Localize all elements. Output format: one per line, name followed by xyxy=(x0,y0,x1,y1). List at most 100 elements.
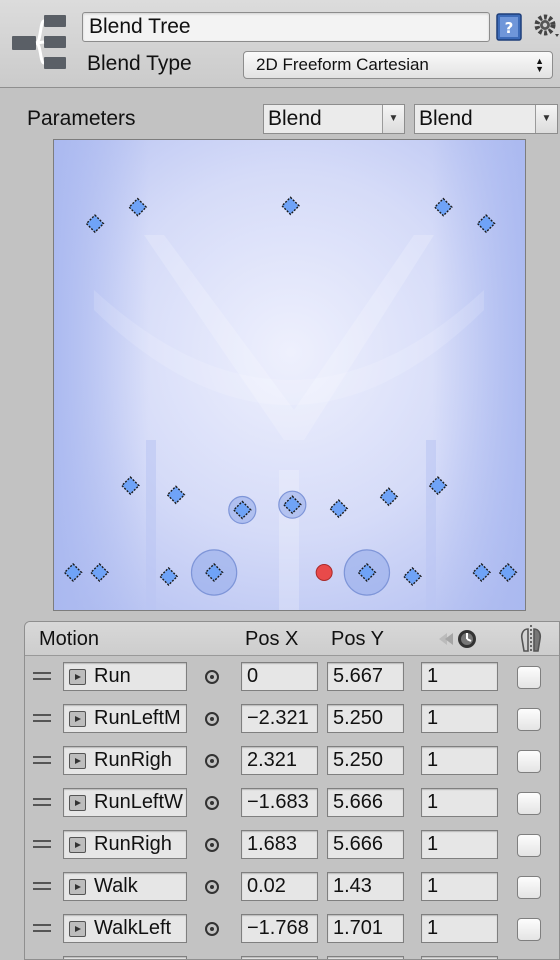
help-book-icon[interactable]: ? xyxy=(496,13,522,41)
animation-clip-icon xyxy=(69,837,86,853)
chevron-down-icon: ▼ xyxy=(535,105,557,133)
blend-space-canvas[interactable] xyxy=(54,140,526,611)
mirror-checkbox[interactable] xyxy=(517,750,541,773)
mirror-checkbox[interactable] xyxy=(517,918,541,941)
blend-tree-icon xyxy=(12,15,66,69)
motion-row: Walk 0.02 1.43 1 xyxy=(25,866,559,908)
animation-clip-icon xyxy=(69,921,86,937)
motion-row: RunLeftM −2.321 5.250 1 xyxy=(25,698,559,740)
motion-clip-name: Run xyxy=(94,665,131,687)
motion-clip-field[interactable]: RunLeftW xyxy=(63,788,187,817)
motion-clip-field[interactable]: Walk xyxy=(63,872,187,901)
motion-clip-name: WalkLeft xyxy=(94,917,172,939)
gear-icon[interactable] xyxy=(530,8,560,42)
motion-row xyxy=(25,950,559,959)
reorder-handle-icon[interactable] xyxy=(33,840,51,850)
mirror-checkbox[interactable] xyxy=(517,708,541,731)
speed-field[interactable]: 1 xyxy=(421,872,498,901)
parameter-x-dropdown[interactable]: Blend ▼ xyxy=(263,104,405,134)
chevron-down-icon: ▼ xyxy=(382,105,404,133)
speed-field[interactable]: 1 xyxy=(421,788,498,817)
motion-row: RunRigh 1.683 5.666 1 xyxy=(25,824,559,866)
motion-clip-name: RunRigh xyxy=(94,833,172,855)
object-picker-icon[interactable] xyxy=(205,712,219,726)
pos-y-field[interactable] xyxy=(327,956,404,959)
object-picker-icon[interactable] xyxy=(205,922,219,936)
speed-field[interactable] xyxy=(421,956,498,959)
animation-clip-icon xyxy=(69,753,86,769)
speed-field[interactable]: 1 xyxy=(421,662,498,691)
motion-clip-field[interactable]: RunLeftM xyxy=(63,704,187,733)
speed-field[interactable]: 1 xyxy=(421,914,498,943)
parameter-y-value: Blend xyxy=(419,107,473,130)
motion-clip-field[interactable]: WalkLeft xyxy=(63,914,187,943)
pos-y-field[interactable]: 5.666 xyxy=(327,788,404,817)
speed-field[interactable]: 1 xyxy=(421,746,498,775)
speed-clock-icon xyxy=(439,630,476,648)
reorder-handle-icon[interactable] xyxy=(33,672,51,682)
object-picker-icon[interactable] xyxy=(205,754,219,768)
reorder-handle-icon[interactable] xyxy=(33,924,51,934)
mirror-icon xyxy=(520,625,542,653)
motion-clip-name: RunRigh xyxy=(94,749,172,771)
reorder-handle-icon[interactable] xyxy=(33,882,51,892)
speed-field[interactable]: 1 xyxy=(421,704,498,733)
pos-y-column-header: Pos Y xyxy=(331,628,384,650)
motion-row: RunRigh 2.321 5.250 1 xyxy=(25,740,559,782)
motion-clip-field[interactable]: Run xyxy=(63,662,187,691)
pos-y-field[interactable]: 5.667 xyxy=(327,662,404,691)
motion-clip-field[interactable] xyxy=(63,956,187,959)
pos-x-field[interactable]: −2.321 xyxy=(241,704,318,733)
mirror-checkbox[interactable] xyxy=(517,834,541,857)
parameter-y-dropdown[interactable]: Blend ▼ xyxy=(414,104,558,134)
blend-tree-name-field[interactable]: Blend Tree xyxy=(82,12,490,42)
pos-x-column-header: Pos X xyxy=(245,628,299,650)
motion-clip-name: RunLeftM xyxy=(94,707,181,729)
pos-y-field[interactable]: 5.250 xyxy=(327,704,404,733)
motion-column-header: Motion xyxy=(39,628,100,650)
pos-y-field[interactable]: 1.701 xyxy=(327,914,404,943)
animation-clip-icon xyxy=(69,711,86,727)
blend-tree-header: Blend Tree ? Blend Type 2D Freeform Cart… xyxy=(0,0,560,88)
object-picker-icon[interactable] xyxy=(205,796,219,810)
mirror-checkbox[interactable] xyxy=(517,876,541,899)
blend-type-dropdown[interactable]: 2D Freeform Cartesian ▲ ▼ xyxy=(243,51,553,79)
dropdown-arrows-icon: ▲ ▼ xyxy=(535,56,544,74)
motion-table: Motion Pos X Pos Y Run 0 5.667 1 RunLeftM −2.… xyxy=(24,621,560,960)
animation-clip-icon xyxy=(69,669,86,685)
parameter-x-value: Blend xyxy=(268,107,322,130)
pos-x-field[interactable]: 2.321 xyxy=(241,746,318,775)
reorder-handle-icon[interactable] xyxy=(33,756,51,766)
speed-field[interactable]: 1 xyxy=(421,830,498,859)
reorder-handle-icon[interactable] xyxy=(33,798,51,808)
motion-clip-field[interactable]: RunRigh xyxy=(63,746,187,775)
pos-x-field[interactable]: −1.768 xyxy=(241,914,318,943)
motion-table-header: Motion Pos X Pos Y xyxy=(25,622,559,656)
blend-type-label: Blend Type xyxy=(87,52,192,75)
object-picker-icon[interactable] xyxy=(205,670,219,684)
pos-x-field[interactable] xyxy=(241,956,318,959)
animation-clip-icon xyxy=(69,795,86,811)
reorder-handle-icon[interactable] xyxy=(33,714,51,724)
object-picker-icon[interactable] xyxy=(205,838,219,852)
pos-x-field[interactable]: 1.683 xyxy=(241,830,318,859)
object-picker-icon[interactable] xyxy=(205,880,219,894)
pos-x-field[interactable]: −1.683 xyxy=(241,788,318,817)
current-blend-position[interactable] xyxy=(315,564,333,582)
motion-clip-name: Walk xyxy=(94,875,138,897)
pos-x-field[interactable]: 0 xyxy=(241,662,318,691)
svg-text:?: ? xyxy=(505,19,514,37)
blend-type-value: 2D Freeform Cartesian xyxy=(256,55,429,74)
animation-clip-icon xyxy=(69,879,86,895)
blend-space-graph[interactable] xyxy=(53,139,526,611)
motion-clip-field[interactable]: RunRigh xyxy=(63,830,187,859)
pos-y-field[interactable]: 1.43 xyxy=(327,872,404,901)
motion-row: RunLeftW −1.683 5.666 1 xyxy=(25,782,559,824)
pos-x-field[interactable]: 0.02 xyxy=(241,872,318,901)
pos-y-field[interactable]: 5.666 xyxy=(327,830,404,859)
motion-clip-name: RunLeftW xyxy=(94,791,183,813)
mirror-checkbox[interactable] xyxy=(517,792,541,815)
parameters-label: Parameters xyxy=(27,107,136,130)
pos-y-field[interactable]: 5.250 xyxy=(327,746,404,775)
mirror-checkbox[interactable] xyxy=(517,666,541,689)
